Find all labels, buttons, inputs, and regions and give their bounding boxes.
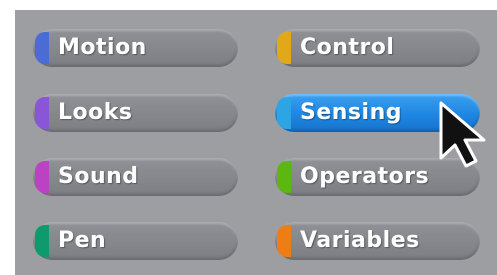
category-color-stripe [35, 161, 49, 193]
category-color-stripe [35, 32, 49, 64]
category-color-stripe [277, 97, 291, 129]
category-label: Control [300, 35, 395, 60]
category-color-stripe [277, 161, 291, 193]
category-color-stripe [35, 97, 49, 129]
category-label: Looks [58, 100, 133, 125]
category-label: Operators [300, 164, 430, 189]
category-button-control[interactable]: Control [275, 29, 480, 67]
category-color-stripe [277, 225, 291, 257]
category-label: Motion [58, 35, 147, 60]
category-label: Variables [300, 228, 420, 253]
category-color-stripe [35, 225, 49, 257]
block-category-palette: Motion Looks Sound Pen Control Sensing O… [15, 10, 497, 275]
category-button-sound[interactable]: Sound [33, 158, 238, 196]
category-color-stripe [277, 32, 291, 64]
category-label: Sound [58, 164, 139, 189]
category-label: Sensing [300, 100, 402, 125]
category-button-pen[interactable]: Pen [33, 222, 238, 260]
category-button-looks[interactable]: Looks [33, 94, 238, 132]
category-button-motion[interactable]: Motion [33, 29, 238, 67]
category-button-variables[interactable]: Variables [275, 222, 480, 260]
arrow-cursor-icon [439, 101, 486, 168]
category-label: Pen [58, 228, 107, 253]
